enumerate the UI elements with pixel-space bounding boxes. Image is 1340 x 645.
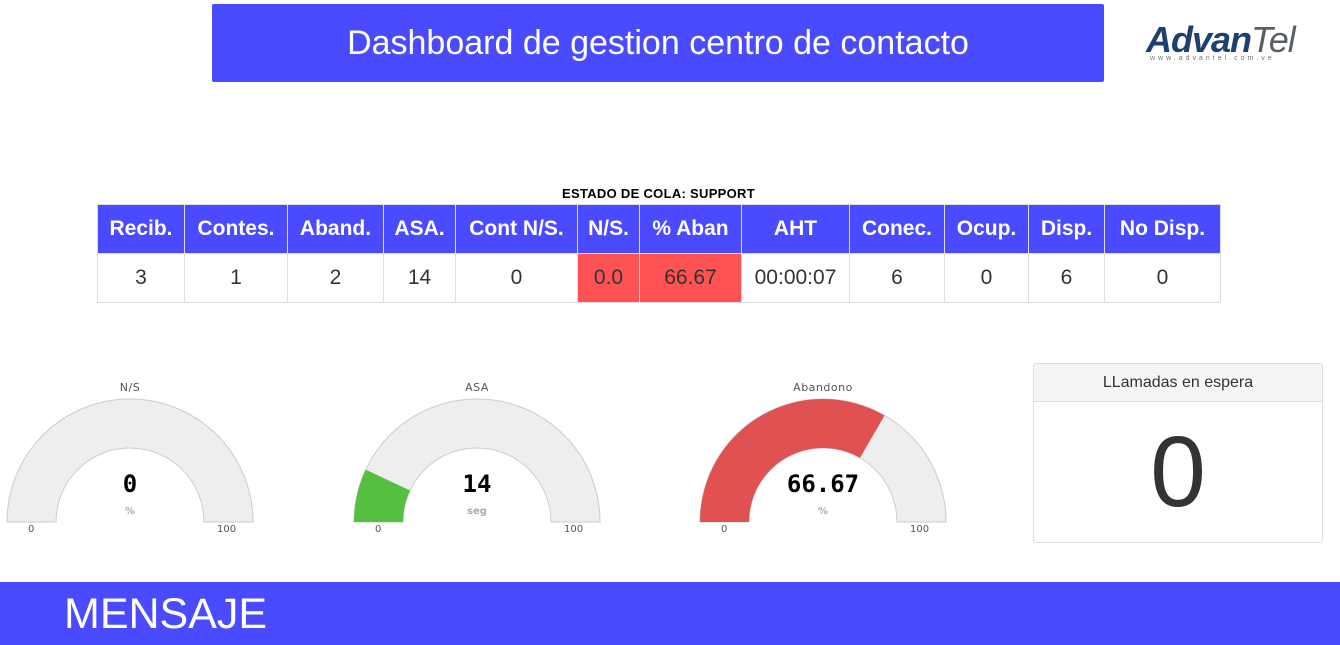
gauge-asa-unit: seg [467, 506, 487, 517]
waiting-calls-value: 0 [1150, 415, 1206, 528]
gauge-asa-value: 14 [462, 470, 492, 498]
table-row: 3 1 2 14 0 0.0 66.67 00:00:07 6 0 6 0 [97, 253, 1221, 303]
logo-part-1: Advan [1146, 19, 1252, 60]
gauge-ns-max: 100 [217, 524, 237, 535]
gauge-ns-value: 0 [122, 470, 138, 498]
gauge-asa-title: ASA [465, 381, 489, 394]
cell-recibidas: 3 [97, 253, 185, 303]
cell-abandonadas: 2 [287, 253, 384, 303]
cell-contestadas: 1 [184, 253, 288, 303]
gauge-abandono-unit: % [817, 506, 829, 517]
cell-ns: 0.0 [577, 253, 640, 303]
col-header: Contes. [184, 204, 288, 254]
gauge-abandono-title: Abandono [793, 381, 853, 394]
gauge-abandono-fill [700, 399, 885, 522]
dashboard-root: Dashboard de gestion centro de contacto … [0, 0, 1340, 645]
title-banner: Dashboard de gestion centro de contacto [212, 4, 1104, 82]
col-header: AHT [741, 204, 850, 254]
page-title: Dashboard de gestion centro de contacto [347, 23, 969, 62]
gauge-abandono-value: 66.67 [786, 470, 860, 498]
queue-stats-table: Recib. Contes. Aband. ASA. Cont N/S. N/S… [97, 204, 1221, 303]
cell-ocupados: 0 [944, 253, 1029, 303]
gauge-ns-unit: % [124, 506, 136, 517]
gauge-asa-min: 0 [375, 524, 382, 535]
gauge-abandono-max: 100 [910, 524, 930, 535]
cell-aht: 00:00:07 [741, 253, 850, 303]
cell-pct-aban: 66.67 [639, 253, 742, 303]
col-header: No Disp. [1104, 204, 1221, 254]
gauge-asa-max: 100 [564, 524, 584, 535]
message-label: MENSAJE [64, 590, 268, 638]
gauge-ns: N/S 0 % 0 100 [0, 376, 260, 551]
cell-disponibles: 6 [1028, 253, 1105, 303]
col-header: Recib. [97, 204, 185, 254]
advantel-logo: AdvanTel www.advantel.com.ve [1140, 18, 1315, 68]
col-header: Cont N/S. [455, 204, 578, 254]
col-header: Ocup. [944, 204, 1029, 254]
table-header-row: Recib. Contes. Aband. ASA. Cont N/S. N/S… [97, 204, 1221, 254]
gauge-abandono: Abandono 66.67 % 0 100 [693, 376, 953, 551]
message-bar: MENSAJE [0, 582, 1340, 645]
col-header: N/S. [577, 204, 640, 254]
col-header: ASA. [383, 204, 456, 254]
col-header: Conec. [849, 204, 945, 254]
col-header: Disp. [1028, 204, 1105, 254]
gauge-ns-track [6, 398, 254, 523]
gauge-asa: ASA 14 seg 0 100 [347, 376, 607, 551]
cell-asa: 14 [383, 253, 456, 303]
gauge-ns-min: 0 [28, 524, 35, 535]
logo-url: www.advantel.com.ve [1150, 55, 1275, 62]
logo-part-2: Tel [1251, 19, 1296, 60]
cell-conectados: 6 [849, 253, 945, 303]
gauge-abandono-min: 0 [721, 524, 728, 535]
col-header: % Aban [639, 204, 742, 254]
cell-cont-ns: 0 [455, 253, 578, 303]
col-header: Aband. [287, 204, 384, 254]
waiting-calls-panel: LLamadas en espera 0 [1033, 363, 1323, 543]
waiting-calls-title: LLamadas en espera [1034, 364, 1322, 402]
cell-no-disponibles: 0 [1104, 253, 1221, 303]
gauge-ns-title: N/S [119, 381, 141, 394]
queue-caption: ESTADO DE COLA: SUPPORT [561, 186, 755, 201]
